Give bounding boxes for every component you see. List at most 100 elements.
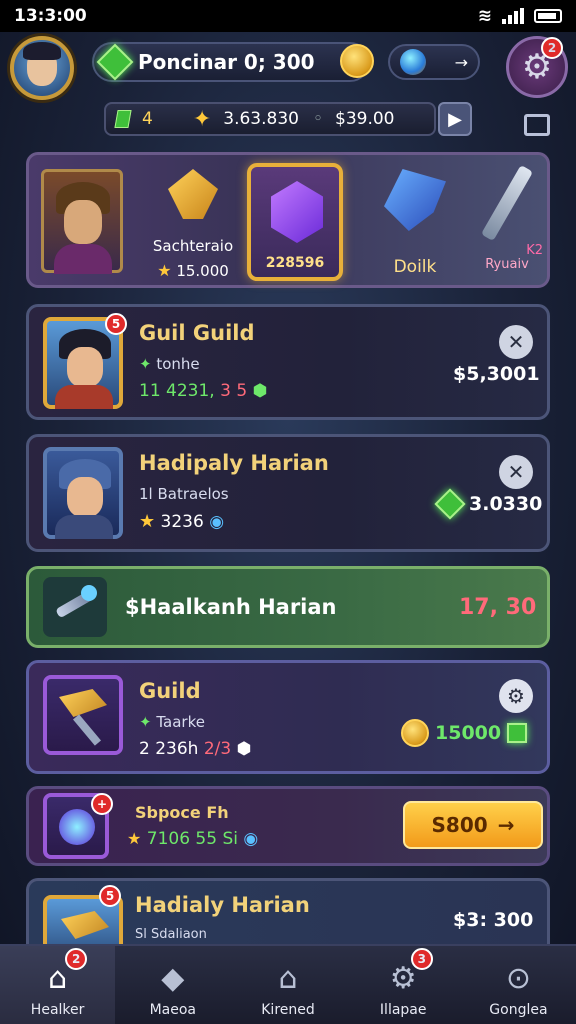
orb-icon <box>400 49 426 75</box>
featured-strip: Sachteraio ★ 15.000 228596 Doilk Ryuaiv … <box>26 152 550 288</box>
guild-card[interactable]: 5 Hadialy Harian Sl Sdaliaon $3: 300 <box>26 878 550 944</box>
highlight-card[interactable]: $Haalkanh Harian 17, 30 <box>26 566 550 648</box>
house-icon: ⌂ <box>278 960 298 996</box>
offer-card[interactable]: + Sbpoce Fh ★ 7106 55 Si ◉ S800 → <box>26 786 550 866</box>
card-subtitle: Taarke <box>156 713 205 731</box>
close-icon[interactable]: ✕ <box>499 325 533 359</box>
orb-icon: ◉ <box>209 512 225 532</box>
nav-item-gonglea[interactable]: ⊙ Gonglea <box>461 946 576 1024</box>
bottom-nav: 2 ⌂ Healker ◆ Maeoa ⌂ Kirened 3 ⚙ Illapa… <box>0 944 576 1024</box>
featured-item-value: 15.000 <box>176 262 229 280</box>
card-badge: 5 <box>105 313 127 335</box>
featured-item-value: Ryuaiv <box>485 257 529 272</box>
card-title: Hadialy Harian <box>135 893 310 917</box>
featured-item[interactable]: Ryuaiv K2 <box>469 163 545 272</box>
level-label: 11 <box>139 381 161 401</box>
featured-item-value: 228596 <box>265 255 325 271</box>
wifi-icon: ≋ <box>477 6 492 26</box>
signal-icon <box>502 8 524 24</box>
magnifier-icon: ⊙ <box>505 960 531 996</box>
gem-icon <box>96 43 134 81</box>
settings-badge: 2 <box>541 37 563 59</box>
featured-item-name: Doilk <box>393 257 437 277</box>
crystal-icon <box>271 181 323 243</box>
star-icon: ★ <box>139 511 156 532</box>
star-icon: ✦ <box>139 355 152 373</box>
coin-icon <box>401 719 429 747</box>
card-title: Sbpoce Fh <box>135 803 229 822</box>
featured-item-name: Sachteraio <box>152 237 234 255</box>
card-title: $Haalkanh Harian <box>125 595 337 619</box>
featured-item[interactable]: Sachteraio ★ 15.000 <box>145 169 241 280</box>
card-stat-mid: 3 5 <box>220 381 248 401</box>
card-price: $3: 300 <box>453 909 534 931</box>
card-prefix: 1l <box>139 485 153 503</box>
nav-label: Illapae <box>379 1002 427 1018</box>
card-stats: 7106 55 Si <box>146 829 238 849</box>
card-price: $5,3001 <box>453 363 540 385</box>
resource-bar: 4 ✦ 3.63.830 ◦ $39.00 <box>104 102 436 136</box>
star-count: 3.63.830 <box>223 109 299 129</box>
card-badge: 5 <box>99 885 121 907</box>
gem-icon: ⬢ <box>252 381 268 401</box>
sword-icon <box>480 164 534 242</box>
arrow-right-icon: → <box>454 52 468 72</box>
gear-icon[interactable]: ⚙ <box>499 679 533 713</box>
status-bar: 13:3:00 ≋ <box>0 0 576 32</box>
card-subtitle: tonhe <box>156 355 200 373</box>
card-stat-left: 3236 <box>160 512 204 532</box>
orb-currency-pill[interactable]: → <box>388 44 480 80</box>
player-avatar[interactable] <box>10 36 74 100</box>
clock: 13:3:00 <box>14 6 87 26</box>
bow-icon <box>168 169 218 219</box>
battery-icon <box>534 9 562 23</box>
settings-button[interactable]: ⚙ 2 <box>506 36 568 98</box>
plus-badge: + <box>91 793 113 815</box>
cube-icon: ◆ <box>161 960 185 996</box>
chevron-right-icon: ▶ <box>448 108 462 130</box>
nav-label: Healker <box>30 1002 85 1018</box>
gold-count: $39.00 <box>335 109 395 129</box>
card-stat-left: 4231, <box>166 381 215 401</box>
featured-item-selected[interactable]: 228596 <box>247 163 343 281</box>
gem-icon <box>507 723 528 743</box>
player-name: Poncinar 0; 300 <box>138 50 315 74</box>
gem-icon <box>434 488 466 520</box>
mail-icon[interactable] <box>524 114 550 136</box>
card-subtitle: Sl Sdaliaon <box>135 927 207 942</box>
guild-card[interactable]: 5 Guil Guild ✦ tonhe 11 4231, 3 5 ⬢ ✕ $5… <box>26 304 550 420</box>
card-stat-left: 2 236h <box>139 739 199 759</box>
close-icon[interactable]: ✕ <box>499 455 533 489</box>
gem-count: 4 <box>142 109 153 129</box>
card-price: 3.0330 <box>469 493 543 515</box>
arrow-right-icon: → <box>497 813 515 837</box>
key-icon <box>384 169 446 231</box>
coin-icon <box>340 44 374 78</box>
nav-item-maeoa[interactable]: ◆ Maeoa <box>115 946 230 1024</box>
status-icons: ≋ <box>478 6 562 26</box>
wand-icon <box>43 577 107 637</box>
knight-portrait <box>43 447 123 539</box>
nav-item-home[interactable]: 2 ⌂ Healker <box>0 946 116 1024</box>
star-icon: ★ <box>127 829 142 848</box>
nav-item-kirened[interactable]: ⌂ Kirened <box>230 946 345 1024</box>
gem-icon <box>114 110 132 128</box>
star-icon: ★ <box>157 261 172 280</box>
shield-icon <box>61 911 109 939</box>
hero-portrait[interactable] <box>41 169 123 274</box>
player-name-bar[interactable]: Poncinar 0; 300 <box>92 42 374 82</box>
gem-icon: ⬢ <box>236 739 252 759</box>
guild-card[interactable]: Hadipaly Harian 1l Batraelos ★ 3236 ◉ ✕ … <box>26 434 550 552</box>
guild-card[interactable]: Guild ✦ Taarke 2 236h 2/3 ⬢ ⚙ 15000 <box>26 660 550 774</box>
featured-item[interactable]: Doilk <box>365 169 465 277</box>
dot-icon: ◦ <box>312 109 323 129</box>
card-title: Hadipaly Harian <box>139 451 329 475</box>
nav-item-illapae[interactable]: 3 ⚙ Illapae <box>346 946 461 1024</box>
nav-badge: 2 <box>65 948 88 970</box>
card-subtitle: Batraelos <box>157 485 229 503</box>
card-stat-mid: 2/3 <box>203 739 232 759</box>
card-title: Guild <box>139 679 201 703</box>
resource-next-button[interactable]: ▶ <box>438 102 472 136</box>
sword-badge: K2 <box>526 243 543 258</box>
buy-button[interactable]: S800 → <box>403 801 543 849</box>
